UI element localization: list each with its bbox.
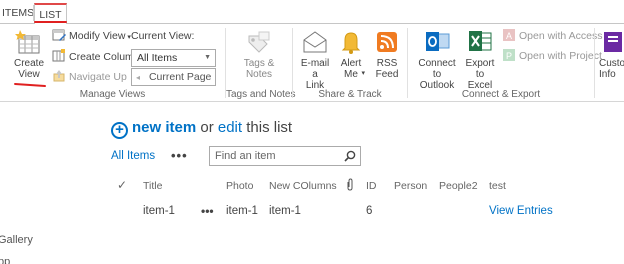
- select-all-checkmark[interactable]: ✓: [117, 178, 127, 192]
- connect-export-group-label: Connect & Export: [461, 89, 541, 100]
- row-test-link[interactable]: View Entries: [489, 205, 553, 217]
- tab-items[interactable]: ITEMS: [0, 3, 34, 24]
- current-page-label: Current Page: [148, 71, 212, 83]
- attachment-icon[interactable]: [345, 178, 355, 195]
- export-excel-button[interactable]: Export to Excel: [460, 28, 500, 91]
- create-column-button[interactable]: Create Column: [52, 48, 140, 66]
- rss-feed-label: RSS Feed: [375, 58, 399, 80]
- create-column-icon: [52, 49, 66, 63]
- open-project-button[interactable]: P Open with Project: [502, 47, 602, 65]
- add-icon[interactable]: +: [111, 122, 128, 139]
- open-project-label: Open with Project: [519, 50, 602, 62]
- chevron-down-icon: ▼: [204, 54, 211, 61]
- manage-views-group-label: Manage Views: [79, 89, 146, 100]
- search-placeholder: Find an item: [215, 150, 276, 162]
- rss-icon: [373, 28, 401, 56]
- search-icon[interactable]: [344, 150, 356, 162]
- tags-notes-icon: [245, 28, 273, 56]
- column-header-people2[interactable]: People2: [439, 180, 478, 192]
- connect-outlook-button[interactable]: Connect to Outlook: [414, 28, 460, 91]
- row-menu-icon[interactable]: •••: [201, 204, 214, 218]
- new-item-link[interactable]: new item: [132, 119, 196, 136]
- navigate-up-icon: [52, 69, 66, 83]
- tags-notes-label: Tags & Notes: [243, 58, 275, 80]
- row-id: 6: [366, 205, 373, 217]
- email-link-label: E-mail a Link: [300, 58, 330, 91]
- outlook-icon: [423, 28, 451, 56]
- tags-notes-group-label: Tags and Notes: [226, 89, 296, 100]
- open-access-button[interactable]: A Open with Access: [502, 27, 602, 45]
- previous-page-icon[interactable]: ◂: [136, 73, 140, 82]
- excel-icon: [466, 28, 494, 56]
- modify-view-button[interactable]: Modify View ▾: [52, 27, 131, 45]
- more-views-icon[interactable]: •••: [171, 148, 188, 163]
- quick-launch-item[interactable]: Gallery: [0, 234, 33, 246]
- column-header-person[interactable]: Person: [394, 180, 427, 192]
- row-new-columns: item-1: [269, 205, 301, 217]
- email-icon: [301, 28, 329, 56]
- create-view-highlight: [13, 82, 47, 88]
- column-header-test[interactable]: test: [489, 180, 506, 192]
- bell-icon: [337, 28, 365, 56]
- edit-link[interactable]: edit: [218, 119, 242, 136]
- this-list-text: this list: [246, 119, 293, 136]
- row-title[interactable]: item-1: [143, 205, 175, 217]
- alert-me-dropdown-icon: ▾: [361, 70, 365, 77]
- navigate-up-button[interactable]: Navigate Up: [52, 68, 127, 86]
- group-manage-views: Create View Modify View ▾ Create Column N…: [0, 24, 225, 102]
- separator: [594, 28, 595, 98]
- rss-feed-button[interactable]: RSS Feed: [373, 28, 401, 80]
- create-view-button[interactable]: Create View: [12, 28, 46, 80]
- create-view-label: Create View: [13, 58, 44, 80]
- tags-notes-button[interactable]: Tags & Notes: [240, 28, 278, 80]
- navigate-up-label: Navigate Up: [69, 71, 127, 83]
- svg-text:A: A: [506, 31, 512, 41]
- group-tags-notes: Tags & Notes Tags and Notes: [226, 24, 296, 102]
- customize-button[interactable]: Custo Info: [599, 28, 624, 80]
- open-access-label: Open with Access: [519, 30, 603, 42]
- current-view-select[interactable]: All Items ▼: [131, 49, 216, 67]
- access-icon: A: [502, 28, 516, 42]
- column-header-photo[interactable]: Photo: [226, 180, 253, 192]
- group-connect-export: Connect to Outlook Export to Excel A Ope…: [408, 24, 602, 102]
- create-view-icon: [15, 28, 43, 56]
- modify-view-icon: [52, 28, 66, 42]
- ribbon: Create View Modify View ▾ Create Column N…: [0, 24, 624, 102]
- new-item-heading: + new item or edit this list: [111, 119, 292, 139]
- export-excel-label: Export to Excel: [465, 58, 495, 91]
- tab-list-highlight: [34, 21, 67, 23]
- column-header-title[interactable]: Title: [143, 180, 162, 192]
- row-photo: item-1: [226, 205, 258, 217]
- or-text: or: [200, 119, 214, 136]
- modify-view-label: Modify View: [69, 30, 126, 42]
- column-header-new-columns[interactable]: New COlumns: [269, 180, 337, 192]
- current-page-pager[interactable]: ◂ Current Page: [131, 68, 216, 86]
- customize-label: Custo Info: [599, 58, 624, 80]
- create-column-label: Create Column: [69, 51, 140, 63]
- current-view-label: Current View:: [131, 30, 195, 42]
- share-track-group-label: Share & Track: [318, 89, 382, 100]
- search-input[interactable]: Find an item: [209, 146, 361, 166]
- alert-me-button[interactable]: Alert Me ▾: [337, 28, 365, 80]
- connect-outlook-label: Connect to Outlook: [418, 58, 456, 91]
- email-link-button[interactable]: E-mail a Link: [297, 28, 333, 91]
- customize-icon: [601, 28, 624, 56]
- current-view-value: All Items: [137, 52, 178, 64]
- view-all-items[interactable]: All Items: [111, 150, 155, 162]
- ribbon-tab-bar: ITEMS LIST: [0, 0, 624, 25]
- column-header-id[interactable]: ID: [366, 180, 377, 192]
- svg-text:P: P: [506, 51, 512, 61]
- group-share-track: E-mail a Link Alert Me ▾ RSS Feed Share …: [293, 24, 407, 102]
- project-icon: P: [502, 48, 516, 62]
- quick-launch-item[interactable]: pp: [0, 256, 10, 264]
